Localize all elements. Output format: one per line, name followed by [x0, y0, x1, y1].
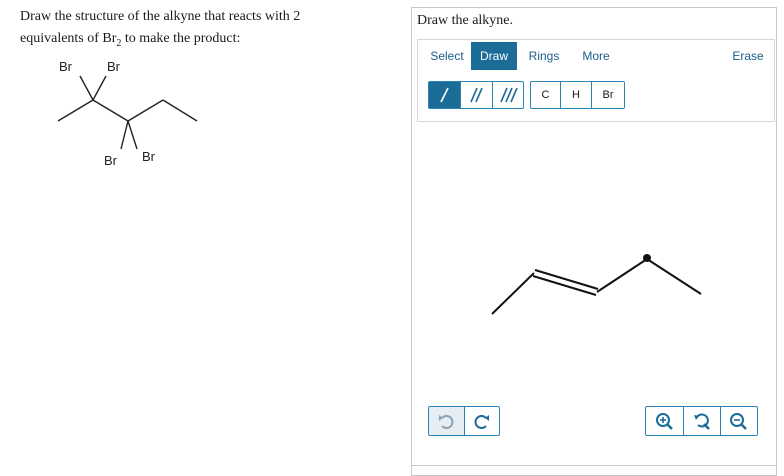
br-label-1: Br	[59, 59, 72, 74]
drawing-panel: Draw the alkyne. Select Draw Rings More …	[411, 7, 777, 476]
bond-br-3	[120, 120, 129, 150]
zoom-in-icon	[656, 413, 673, 430]
canvas-bond-3[interactable]	[596, 258, 648, 293]
canvas-bond-4[interactable]	[646, 258, 702, 295]
reset-zoom-button[interactable]	[684, 407, 720, 435]
undo-button[interactable]	[429, 407, 464, 435]
bond-1	[57, 99, 94, 122]
zoom-out-icon	[730, 413, 747, 430]
zoom-out-button[interactable]	[721, 407, 757, 435]
br-label-2: Br	[107, 59, 120, 74]
product-structure	[57, 75, 198, 150]
canvas-bond-1[interactable]	[491, 272, 535, 315]
br-label-4: Br	[142, 149, 155, 164]
reset-zoom-icon	[694, 413, 710, 430]
bond-br-1	[79, 75, 94, 101]
redo-button[interactable]	[465, 407, 499, 435]
zoom-tools	[645, 406, 758, 436]
br-label-3: Br	[104, 153, 117, 168]
undo-icon	[439, 415, 454, 429]
redo-icon	[474, 415, 489, 429]
bond-br-2	[92, 75, 107, 101]
selected-atom[interactable]	[643, 254, 651, 262]
bond-2	[92, 99, 129, 122]
bond-3	[127, 99, 164, 122]
panel-divider	[412, 465, 776, 466]
bond-br-4	[127, 120, 138, 150]
zoom-in-button[interactable]	[646, 407, 683, 435]
history-tools	[428, 406, 500, 436]
drawing-canvas[interactable]	[412, 8, 776, 468]
bond-4	[162, 99, 198, 122]
